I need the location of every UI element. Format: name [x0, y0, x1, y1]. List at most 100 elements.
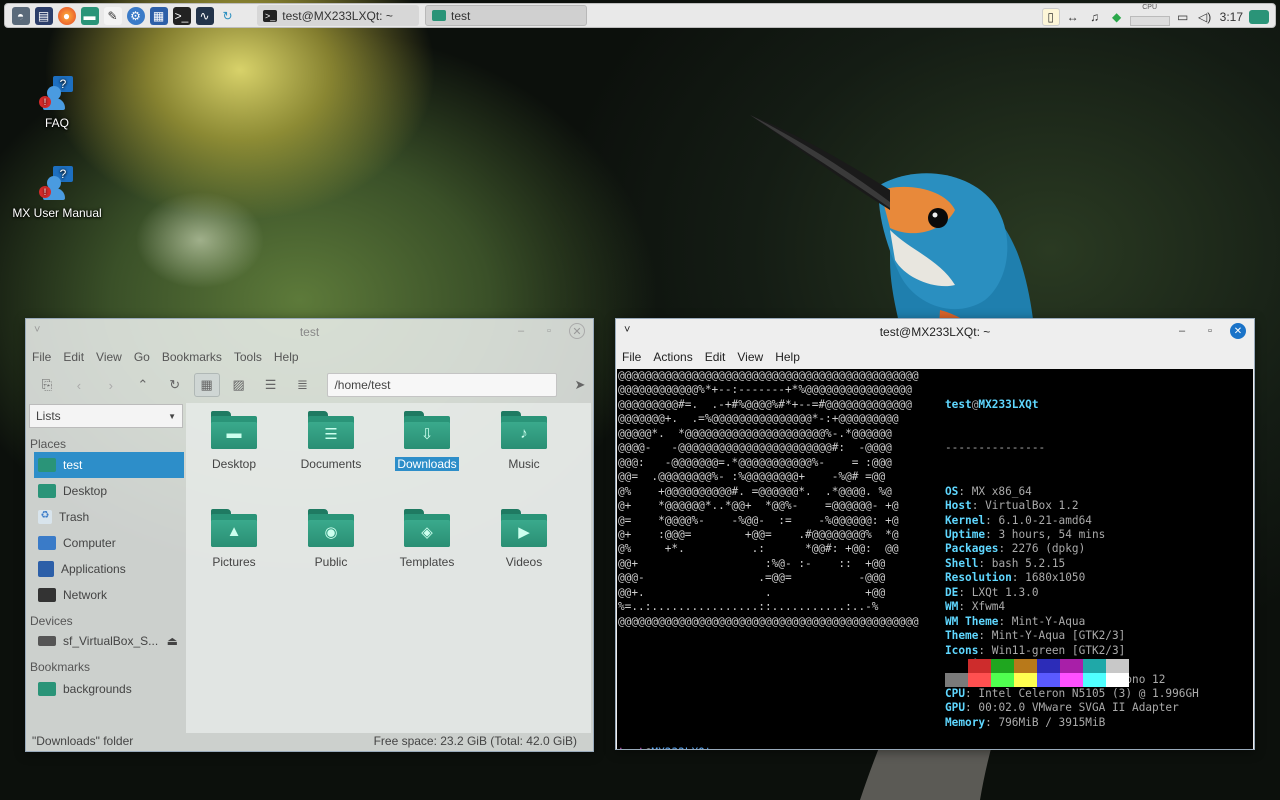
bookmarks-header: Bookmarks — [30, 660, 91, 674]
task-terminal[interactable]: >_ test@MX233LXQt: ~ — [257, 5, 419, 26]
menu-edit[interactable]: Edit — [705, 350, 726, 364]
clipboard-icon[interactable]: ▯ — [1041, 7, 1060, 26]
close-button[interactable]: ✕ — [1230, 323, 1246, 339]
place-item-applications[interactable]: Applications — [28, 556, 184, 582]
info-lines: OS: MX x86_64 Host: VirtualBox 1.2 Kernel:… — [945, 485, 1199, 731]
folder-item-templates[interactable]: ◈ Templates — [382, 509, 472, 569]
menu-actions[interactable]: Actions — [653, 350, 692, 364]
system-monitor-icon[interactable]: ∿ — [195, 6, 214, 25]
update-icon[interactable]: ↻ — [219, 7, 237, 25]
show-desktop-icon[interactable]: ▤ — [34, 6, 53, 25]
folder-item-music[interactable]: ♪ Music — [479, 411, 569, 471]
trash-icon: ♻ — [38, 510, 52, 524]
path-bar-input[interactable] — [327, 373, 557, 397]
info-line: WM: Xfwm4 — [945, 600, 1006, 614]
menu-help[interactable]: Help — [274, 350, 299, 364]
terminal-icon[interactable]: >_ — [172, 6, 191, 25]
side-pane-mode-select[interactable]: Lists ▼ — [29, 404, 183, 428]
folder-item-public[interactable]: ◉ Public — [286, 509, 376, 569]
terminal-screen[interactable]: @@@@@@@@@@@@@@@@@@@@@@@@@@@@@@@@@@@@@@@@… — [617, 369, 1253, 749]
ascii-line: @+ *@@@@@@*..*@@+ *@@%- =@@@@@@- +@ — [618, 499, 899, 513]
app-menu-icon[interactable]: ◓ — [11, 6, 30, 25]
menu-go[interactable]: Go — [134, 350, 150, 364]
menu-help[interactable]: Help — [775, 350, 800, 364]
info-key: Shell — [945, 556, 979, 570]
templates-folder-icon: ◈ — [404, 509, 450, 547]
file-manager-icon[interactable]: ▬ — [80, 6, 99, 25]
eject-icon[interactable]: ⏏ — [167, 634, 178, 648]
user-host-line: test@MX233LXQt — [945, 397, 1039, 411]
detailed-view-icon[interactable]: ≣ — [290, 373, 316, 397]
menu-tools[interactable]: Tools — [234, 350, 262, 364]
info-value: 2276 (dpkg) — [1011, 542, 1086, 556]
menu-view[interactable]: View — [737, 350, 763, 364]
network-icon[interactable]: ▭ — [1174, 8, 1192, 26]
window-menu-icon[interactable]: ˅ — [624, 324, 630, 336]
show-desktop-tray-icon[interactable] — [1249, 9, 1269, 24]
window-menu-icon[interactable]: ˅ — [34, 324, 40, 336]
ascii-line: @@@- .=@@= -@@@ — [618, 571, 886, 585]
place-label: Desktop — [63, 484, 108, 498]
menu-file[interactable]: File — [32, 350, 51, 364]
place-item-test[interactable]: test — [34, 452, 184, 478]
menu-file[interactable]: File — [622, 350, 641, 364]
notification-bell-icon[interactable]: ♫ — [1086, 8, 1104, 26]
compact-view-icon[interactable]: ☰ — [258, 373, 284, 397]
info-value: Xfwm4 — [971, 600, 1006, 614]
system-tray: ▯ ↔ ♫ ◆ CPU ▭ ◁) 3:17 — [1041, 4, 1269, 27]
desktop-icon-faq[interactable]: ? ! FAQ — [28, 76, 86, 130]
device-item-shared-folder[interactable]: sf_VirtualBox_S... ⏏ — [28, 628, 184, 654]
info-value: 00:02.0 VMware SVGA II Adapter — [978, 701, 1179, 715]
chevron-down-icon: ▼ — [168, 411, 176, 421]
desktop-icon-label: FAQ — [44, 116, 69, 130]
folder-item-videos[interactable]: ▶ Videos — [479, 509, 569, 569]
reload-icon[interactable]: ↻ — [162, 373, 188, 397]
close-button[interactable]: ✕ — [569, 323, 585, 339]
new-tab-icon[interactable]: ⎘ — [34, 373, 60, 397]
info-key: Host — [945, 499, 972, 513]
menu-view[interactable]: View — [96, 350, 122, 364]
forward-arrow-icon[interactable]: › — [98, 373, 124, 397]
updater-box-icon[interactable]: ◆ — [1108, 8, 1126, 26]
ascii-line: @@@@- -@@@@@@@@@@@@@@@@@@@@@@@#: -@@@@ — [618, 441, 892, 455]
back-arrow-icon[interactable]: ‹ — [66, 373, 92, 397]
folder-item-desktop[interactable]: ▬ Desktop — [189, 411, 279, 471]
title-bar[interactable]: ˅ test – ▫ ✕ — [26, 319, 593, 345]
color-swatch — [1106, 673, 1129, 687]
text-editor-icon[interactable]: ✎ — [103, 6, 122, 25]
thumbnail-view-icon[interactable]: ▨ — [226, 373, 252, 397]
folder-item-downloads[interactable]: ⇩ Downloads — [382, 411, 472, 471]
color-swatch — [1083, 673, 1106, 687]
maximize-button[interactable]: ▫ — [541, 323, 557, 339]
clock[interactable]: 3:17 — [1220, 10, 1243, 24]
volume-icon[interactable]: ◁) — [1196, 8, 1214, 26]
color-swatch — [1037, 659, 1060, 673]
menu-bookmarks[interactable]: Bookmarks — [162, 350, 222, 364]
cpu-monitor[interactable]: CPU — [1129, 4, 1170, 26]
place-item-desktop[interactable]: Desktop — [28, 478, 184, 504]
folder-item-documents[interactable]: ☰ Documents — [286, 411, 376, 471]
network-arrows-icon[interactable]: ↔ — [1064, 8, 1082, 26]
settings-icon[interactable]: ⚙ — [126, 6, 145, 25]
folder-item-pictures[interactable]: ▲ Pictures — [189, 509, 279, 569]
task-file-manager[interactable]: test — [425, 5, 587, 26]
place-item-trash[interactable]: ♻ Trash — [28, 504, 184, 530]
menu-edit[interactable]: Edit — [63, 350, 84, 364]
icon-view-icon[interactable]: ▦ — [193, 373, 220, 397]
place-item-computer[interactable]: Computer — [28, 530, 184, 556]
minimize-button[interactable]: – — [1174, 323, 1190, 339]
info-key: Resolution — [945, 571, 1012, 585]
title-bar[interactable]: ˅ test@MX233LXQt: ~ – ▫ ✕ — [616, 319, 1254, 345]
place-item-network[interactable]: Network — [28, 582, 184, 608]
bookmark-item-backgrounds[interactable]: backgrounds — [28, 676, 184, 702]
up-arrow-icon[interactable]: ⌃ — [130, 373, 156, 397]
package-installer-icon[interactable]: ▦ — [149, 6, 168, 25]
minimize-button[interactable]: – — [513, 323, 529, 339]
places-header: Places — [30, 437, 67, 451]
desktop-icon-mx-user-manual[interactable]: ? ! MX User Manual — [10, 166, 104, 220]
desktop-folder-icon: ▬ — [211, 411, 257, 449]
maximize-button[interactable]: ▫ — [1202, 323, 1218, 339]
firefox-icon[interactable]: ● — [57, 6, 76, 25]
go-arrow-icon[interactable]: ➤ — [567, 373, 593, 397]
info-line: DE: LXQt 1.3.0 — [945, 585, 1039, 599]
